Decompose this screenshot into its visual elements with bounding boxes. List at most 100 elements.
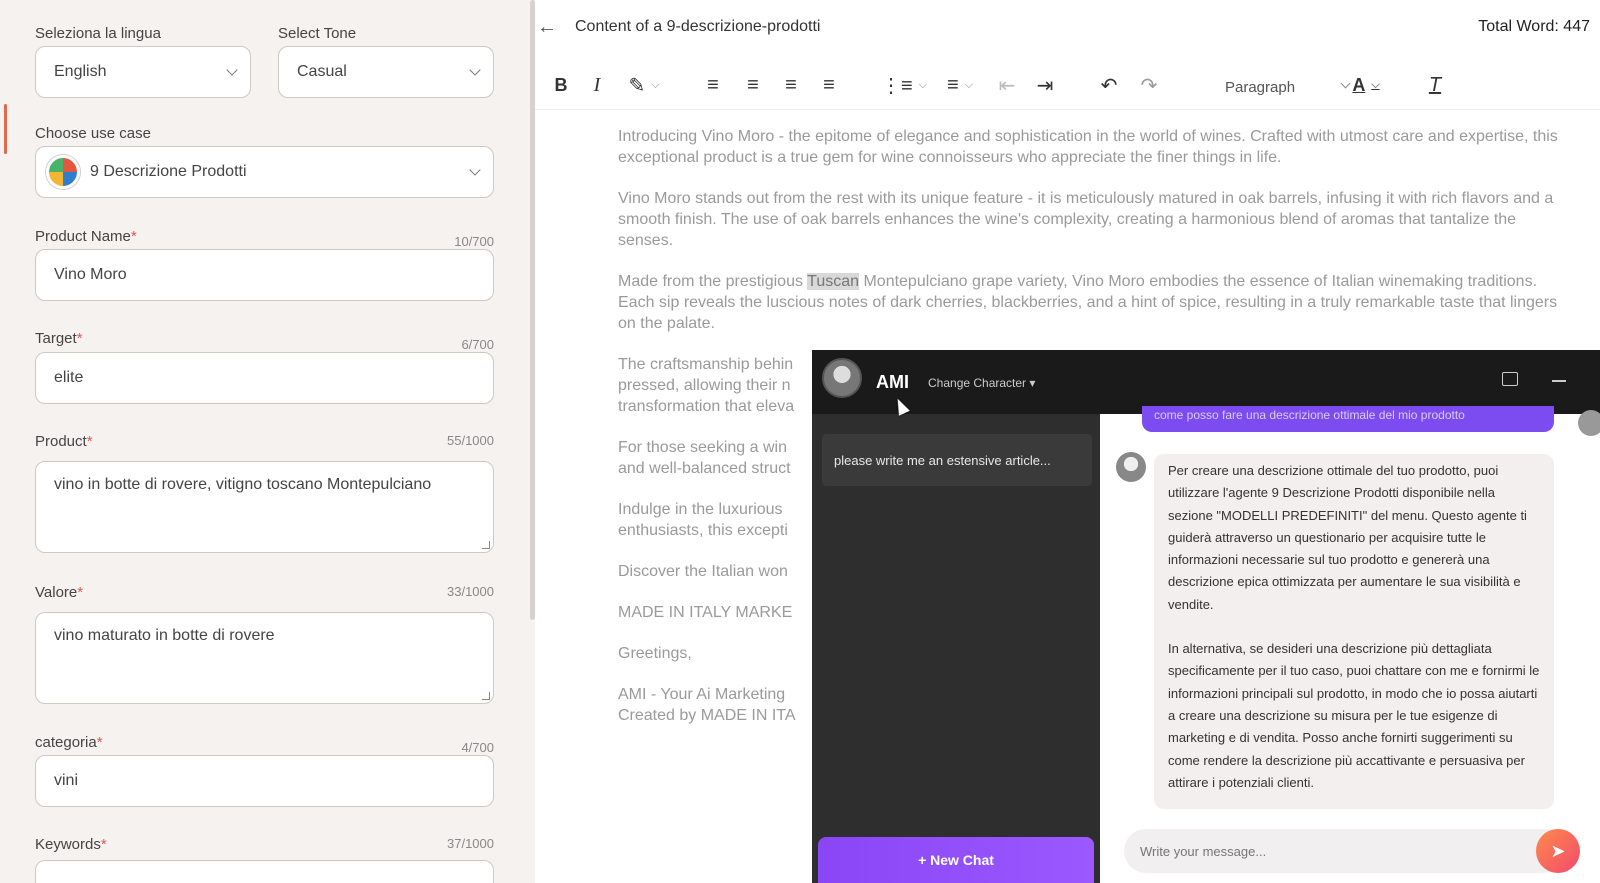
paragraph-select-value: Paragraph bbox=[1225, 78, 1296, 96]
chevron-down-icon bbox=[469, 164, 481, 176]
user-message: come posso fare una descrizione ottimale… bbox=[1142, 406, 1554, 432]
paragraph: Indulge in the luxurious enthusiasts, th… bbox=[618, 501, 788, 539]
tone-label: Select Tone bbox=[278, 25, 357, 42]
valore-label: Valore* bbox=[35, 584, 84, 601]
target-label: Target* bbox=[35, 330, 83, 347]
paragraph: Discover the Italian won bbox=[618, 563, 788, 580]
paragraph: For those seeking a win and well-balance… bbox=[618, 439, 791, 477]
change-character-button[interactable]: Change Character ▾ bbox=[928, 376, 1035, 390]
tone-select[interactable]: Casual bbox=[278, 46, 494, 98]
send-icon: ➤ bbox=[1550, 840, 1566, 861]
undo-icon: ↶ bbox=[1100, 74, 1118, 97]
categoria-label: categoria* bbox=[35, 734, 103, 751]
tone-value: Casual bbox=[297, 63, 347, 80]
chat-history-item[interactable]: please write me an estensive article... bbox=[822, 434, 1092, 486]
language-value: English bbox=[54, 63, 107, 80]
total-word-count: Total Word: 447 bbox=[1478, 18, 1590, 35]
use-case-label: Choose use case bbox=[35, 125, 151, 142]
bot-avatar bbox=[1116, 452, 1146, 482]
use-case-value: 9 Descrizione Prodotti bbox=[90, 163, 247, 180]
outdent-icon: ⇤ bbox=[998, 74, 1016, 97]
chat-character-name: AMI bbox=[876, 372, 909, 392]
align-right-icon: ≡ bbox=[785, 73, 797, 96]
bullet-list-button[interactable]: ⋮≡ ⌵ bbox=[881, 72, 927, 98]
product-label: Product* bbox=[35, 433, 93, 450]
resize-handle-icon[interactable] bbox=[482, 541, 490, 549]
valore-textarea[interactable]: vino maturato in botte di rovere bbox=[35, 612, 494, 704]
highlighter-icon: ✎ bbox=[628, 74, 646, 97]
selected-text: Tuscan bbox=[807, 273, 860, 290]
paragraph: AMI - Your Ai Marketing Created by MADE … bbox=[618, 686, 796, 724]
chevron-down-icon: ⌵ bbox=[964, 78, 973, 91]
paragraph: MADE IN ITALY MARKE bbox=[618, 604, 793, 621]
arrow-left-icon[interactable]: ← bbox=[537, 16, 557, 39]
product-name-value: Vino Moro bbox=[54, 266, 127, 283]
maximize-icon[interactable] bbox=[1502, 372, 1518, 386]
align-right-button[interactable]: ≡ bbox=[779, 72, 803, 98]
bullet-list-icon: ⋮≡ bbox=[881, 74, 913, 97]
highlight-button[interactable]: ✎ ⌵ bbox=[621, 72, 667, 98]
user-avatar bbox=[1578, 410, 1600, 436]
chevron-down-icon bbox=[469, 64, 481, 76]
target-input[interactable]: elite bbox=[35, 352, 494, 404]
paragraph: Introducing Vino Moro - the epitome of e… bbox=[618, 128, 1558, 166]
numbered-list-button[interactable]: ≡ ⌵ bbox=[937, 72, 983, 98]
bot-reply-paragraph: In alternativa, se desideri una descrizi… bbox=[1168, 641, 1540, 790]
paragraph: Greetings, bbox=[618, 645, 692, 662]
editor-toolbar: B I ✎ ⌵ ≡ ≡ ≡ ≡ ⋮≡ ⌵ ≡ ⌵ ⇤ ⇥ ↶ ↷ Paragraph … bbox=[535, 62, 1600, 110]
product-counter: 55/1000 bbox=[447, 433, 494, 448]
paragraph-select[interactable]: Paragraph bbox=[1225, 74, 1355, 100]
chat-conversation: come posso fare una descrizione ottimale… bbox=[1100, 406, 1600, 883]
align-center-icon: ≡ bbox=[747, 73, 759, 96]
language-select[interactable]: English bbox=[35, 46, 251, 98]
send-button[interactable]: ➤ bbox=[1536, 829, 1580, 873]
new-chat-button[interactable]: + New Chat bbox=[818, 837, 1094, 883]
chevron-down-icon: ⌵ bbox=[918, 78, 928, 91]
chevron-down-icon: ⌵ bbox=[1371, 78, 1380, 91]
align-justify-button[interactable]: ≡ bbox=[817, 72, 841, 98]
keywords-label: Keywords* bbox=[35, 836, 107, 853]
align-center-button[interactable]: ≡ bbox=[741, 72, 765, 98]
font-color-button[interactable]: A ⌵ bbox=[1343, 72, 1389, 98]
italic-button[interactable]: I bbox=[585, 72, 609, 98]
minimize-icon[interactable] bbox=[1552, 380, 1566, 382]
valore-counter: 33/1000 bbox=[447, 584, 494, 599]
redo-icon: ↷ bbox=[1140, 74, 1158, 97]
product-name-counter: 10/700 bbox=[454, 234, 494, 249]
use-case-select[interactable]: 9 Descrizione Prodotti bbox=[35, 146, 494, 198]
bot-message: Per creare una descrizione ottimale del … bbox=[1154, 454, 1554, 809]
editor-title: Content of a 9-descrizione-prodotti bbox=[575, 18, 821, 35]
product-value: vino in botte di rovere, vitigno toscano… bbox=[54, 476, 432, 493]
ami-avatar bbox=[822, 358, 862, 398]
product-name-label: Product Name* bbox=[35, 228, 137, 245]
chevron-down-icon: ⌵ bbox=[651, 78, 660, 91]
bot-reply-paragraph: Per creare una descrizione ottimale del … bbox=[1168, 463, 1527, 612]
message-input[interactable] bbox=[1124, 829, 1564, 873]
form-panel: Seleziona la lingua English Select Tone … bbox=[0, 0, 535, 883]
target-value: elite bbox=[54, 369, 84, 386]
valore-value: vino maturato in botte di rovere bbox=[54, 627, 275, 644]
product-textarea[interactable]: vino in botte di rovere, vitigno toscano… bbox=[35, 461, 494, 553]
target-counter: 6/700 bbox=[461, 337, 494, 352]
chat-header: AMI Change Character ▾ bbox=[812, 350, 1600, 414]
product-name-input[interactable]: Vino Moro bbox=[35, 249, 494, 301]
clear-format-button[interactable]: T bbox=[1423, 72, 1447, 98]
categoria-input[interactable]: vini bbox=[35, 755, 494, 807]
chevron-down-icon bbox=[226, 64, 238, 76]
paragraph: Vino Moro stands out from the rest with … bbox=[618, 190, 1554, 249]
outdent-button[interactable]: ⇤ bbox=[995, 72, 1019, 98]
chat-history-sidebar: please write me an estensive article... … bbox=[812, 414, 1100, 883]
align-left-button[interactable]: ≡ bbox=[701, 72, 725, 98]
numbered-list-icon: ≡ bbox=[946, 73, 959, 96]
chat-window: AMI Change Character ▾ please write me a… bbox=[812, 350, 1600, 883]
paragraph: The craftsmanship behin pressed, allowin… bbox=[618, 356, 795, 415]
keywords-input[interactable] bbox=[35, 860, 494, 883]
bold-button[interactable]: B bbox=[549, 72, 573, 98]
keywords-counter: 37/1000 bbox=[447, 836, 494, 851]
indent-button[interactable]: ⇥ bbox=[1033, 72, 1057, 98]
redo-button[interactable]: ↷ bbox=[1137, 72, 1161, 98]
undo-button[interactable]: ↶ bbox=[1097, 72, 1121, 98]
paragraph: Made from the prestigious Tuscan Montepu… bbox=[618, 273, 1558, 332]
language-label: Seleziona la lingua bbox=[35, 25, 161, 42]
resize-handle-icon[interactable] bbox=[482, 692, 490, 700]
